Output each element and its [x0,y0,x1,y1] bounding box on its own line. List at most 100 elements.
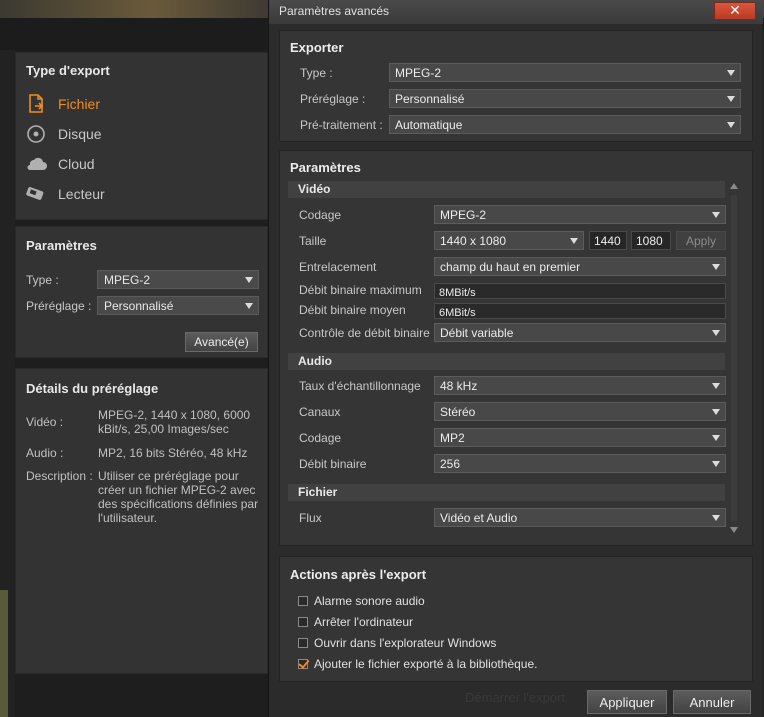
width-input[interactable]: 1440 [589,231,627,250]
background-left-deco [0,590,8,717]
codec-label: Codage [299,208,342,222]
audio-codec-select[interactable]: MP2 [434,428,726,447]
checkbox-checked[interactable] [298,659,308,669]
audio-codec-label: Codage [299,431,342,445]
disc-icon [24,124,48,144]
export-section-title: Exporter [290,40,344,55]
audio-bitrate-value: 256 [440,457,461,471]
audio-subheader: Audio [288,353,725,370]
export-type-disc[interactable]: Disque [24,123,102,145]
export-type-panel: Type d'export Fichier Disque Cloud Lecte… [15,52,268,220]
sample-rate-label: Taux d'échantillonnage [299,379,421,393]
action-open-explorer[interactable]: Ouvrir dans l'explorateur Windows [298,635,496,651]
export-preset-select[interactable]: Personnalisé [389,89,741,108]
start-export-label: Démarrer l'export [465,690,566,705]
export-type-device-label: Lecteur [58,186,105,202]
action-open-explorer-label: Ouvrir dans l'explorateur Windows [314,636,497,650]
action-shutdown[interactable]: Arrêter l'ordinateur [298,614,413,630]
action-alarm[interactable]: Alarme sonore audio [298,593,425,609]
chevron-down-icon [712,330,720,336]
interlace-select[interactable]: champ du haut en premier [434,257,726,276]
checkbox[interactable] [298,617,308,627]
cancel-button[interactable]: Annuler [673,690,751,714]
preprocess-value: Automatique [395,118,463,132]
stream-select[interactable]: Vidéo et Audio [434,508,726,527]
export-type-disc-label: Disque [58,126,102,142]
max-bitrate-input[interactable]: 8MBit/s [434,283,726,299]
cloud-icon [24,154,48,174]
left-preset-value: Personnalisé [104,299,174,313]
apply-button[interactable]: Appliquer [587,690,667,714]
bitrate-control-select[interactable]: Débit variable [434,323,726,342]
chevron-down-icon [712,435,720,441]
advanced-settings-dialog: Paramètres avancés ✕ Exporter Type : MPE… [268,0,763,717]
checkbox[interactable] [298,596,308,606]
close-icon: ✕ [729,3,741,19]
export-type-file-label: Fichier [58,96,101,112]
apply-size-button[interactable]: Apply [676,231,726,250]
file-subheader: Fichier [288,484,725,501]
details-description-value: Utiliser ce préréglage pour créer un fic… [98,469,259,525]
chevron-down-icon [570,238,578,244]
export-preset-value: Personnalisé [395,92,465,106]
audio-bitrate-label: Débit binaire [299,457,367,471]
max-bitrate-label: Débit binaire maximum [299,283,422,297]
scroll-up-icon[interactable] [730,183,738,189]
bitrate-control-value: Débit variable [440,326,514,340]
chevron-down-icon [712,212,720,218]
background-top-left [0,18,268,50]
chevron-down-icon [245,303,253,309]
details-video-label: Vidéo : [26,415,64,429]
action-add-library[interactable]: Ajouter le fichier exporté à la biblioth… [298,656,537,672]
size-select[interactable]: 1440 x 1080 [434,231,584,250]
export-type-value: MPEG-2 [395,66,442,80]
sample-rate-value: 48 kHz [440,379,478,393]
file-export-icon [24,94,48,114]
left-type-label: Type : [26,273,59,287]
post-export-actions-section: Actions après l'export Alarme sonore aud… [279,556,753,682]
left-preset-select[interactable]: Personnalisé [97,296,259,315]
export-section: Exporter Type : MPEG-2 Préréglage : Pers… [279,30,753,142]
chevron-down-icon [712,515,720,521]
sample-rate-select[interactable]: 48 kHz [434,376,726,395]
advanced-button[interactable]: Avancé(e) [185,332,258,352]
audio-bitrate-select[interactable]: 256 [434,454,726,473]
left-type-select[interactable]: MPEG-2 [97,270,259,289]
chevron-down-icon [727,96,735,102]
action-add-library-label: Ajouter le fichier exporté à la biblioth… [314,657,538,671]
export-preset-label: Préréglage : [300,92,366,106]
export-type-device[interactable]: Lecteur [24,183,105,205]
export-type-title: Type d'export [26,63,110,78]
dialog-titlebar: Paramètres avancés ✕ [269,0,763,24]
bitrate-control-label: Contrôle de débit binaire [299,326,430,340]
export-type-cloud[interactable]: Cloud [24,153,95,175]
channels-select[interactable]: Stéréo [434,402,726,421]
preprocess-select[interactable]: Automatique [389,115,741,134]
scroll-track[interactable] [731,195,737,521]
export-type-select[interactable]: MPEG-2 [389,63,741,82]
codec-select[interactable]: MPEG-2 [434,205,726,224]
checkbox[interactable] [298,638,308,648]
preprocess-label: Pré-traitement : [300,118,383,132]
height-input[interactable]: 1080 [631,231,671,250]
preset-details-title: Détails du préréglage [26,381,159,396]
left-preset-label: Préréglage : [26,299,92,313]
chevron-down-icon [245,277,253,283]
left-params-title: Paramètres [26,238,97,253]
left-type-value: MPEG-2 [104,273,151,287]
export-type-cloud-label: Cloud [58,156,95,172]
chevron-down-icon [727,122,735,128]
video-subheader: Vidéo [288,181,725,198]
chevron-down-icon [712,264,720,270]
close-button[interactable]: ✕ [714,2,756,20]
scroll-down-icon[interactable] [730,527,738,533]
details-audio-label: Audio : [26,446,64,460]
params-section: Paramètres Vidéo Codage MPEG-2 Taille 14… [279,150,753,546]
chevron-down-icon [712,409,720,415]
export-type-file[interactable]: Fichier [24,93,100,115]
interlace-label: Entrelacement [299,260,377,274]
left-params-panel: Paramètres Type : MPEG-2 Préréglage : Pe… [15,226,268,358]
action-shutdown-label: Arrêter l'ordinateur [314,615,413,629]
avg-bitrate-input[interactable]: 6MBit/s [434,303,726,319]
params-scrollbar[interactable] [730,183,738,533]
